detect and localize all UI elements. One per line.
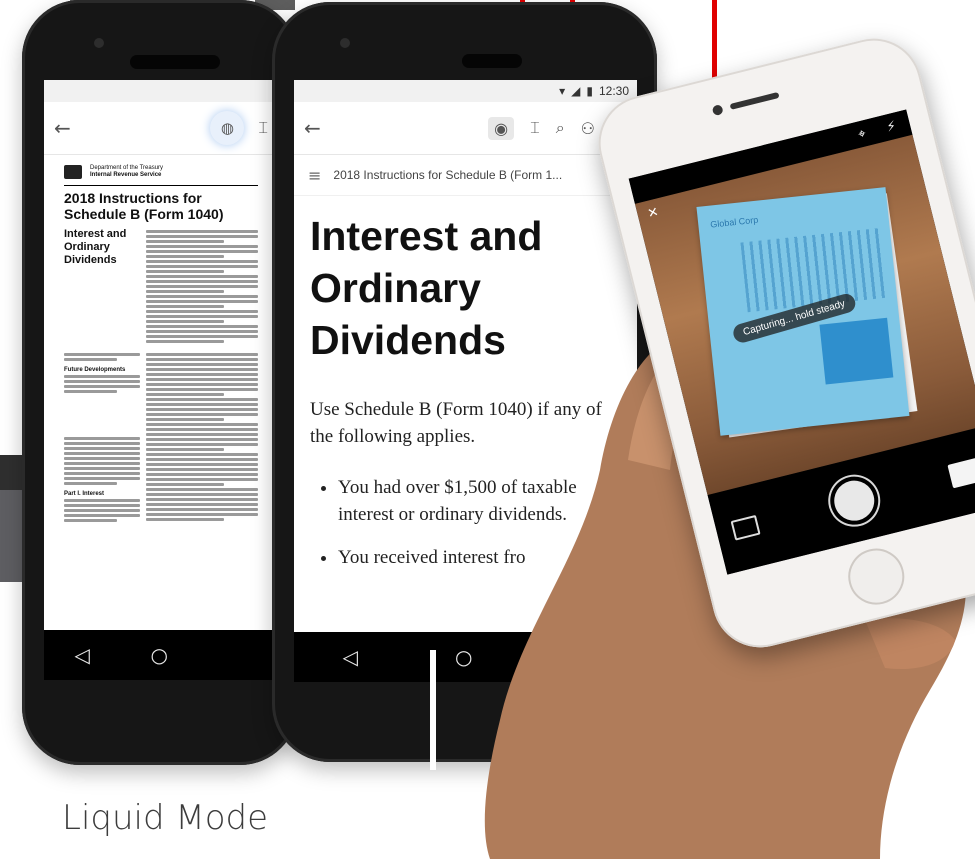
status-bar (44, 80, 278, 102)
auto-capture-icon[interactable]: ⌖ (857, 126, 868, 142)
gallery-icon[interactable] (730, 514, 761, 541)
add-person-icon[interactable]: ⚇ (581, 119, 595, 138)
document-brand: Global Corp (709, 214, 759, 230)
app-toolbar: ← ◉ ⌶ ⌕ ⚇ ⋮ (294, 102, 637, 155)
left-phone: ← ◍ ⌶ Department of the Treasury Interna… (22, 0, 298, 765)
city-illustration (740, 227, 887, 313)
status-bar: ▾ ◢ ▮ 12:30 (294, 80, 637, 102)
shutter-button[interactable] (830, 476, 879, 525)
section-heading: Future Developments (64, 367, 126, 373)
arrow-left-icon[interactable]: ← (304, 116, 321, 140)
wifi-icon: ▾ (559, 84, 566, 98)
background-fragment (0, 455, 22, 490)
arrow-left-icon[interactable]: ← (54, 116, 71, 140)
document-title: 2018 Instructions for Schedule B (Form 1… (333, 168, 563, 182)
document-panel (819, 317, 894, 385)
outline-icon[interactable]: ⌶ (530, 118, 540, 138)
close-icon[interactable]: ✕ (646, 205, 660, 222)
section-heading: Interest and Ordinary Dividends (64, 228, 127, 266)
section-heading: Part I. Interest (64, 491, 105, 497)
breadcrumb: ≡ 2018 Instructions for Schedule B (Form… (294, 155, 637, 196)
outline-icon[interactable]: ⌶ (258, 118, 268, 138)
caption: Liquid Mode (62, 798, 268, 838)
pdf-page: Department of the Treasury Internal Reve… (44, 155, 278, 534)
flash-icon[interactable]: ⚡ (885, 118, 897, 135)
app-toolbar: ← ◍ ⌶ (44, 102, 278, 155)
nav-back-icon[interactable]: ◁ (343, 645, 358, 669)
nav-back-icon[interactable]: ◁ (74, 643, 89, 667)
document-body: Interest and Ordinary Dividends (64, 228, 258, 345)
speaker (462, 54, 522, 68)
front-camera (340, 38, 350, 48)
left-screen: ← ◍ ⌶ Department of the Treasury Interna… (44, 80, 278, 630)
treasury-seal-icon (64, 165, 82, 179)
agency-header: Department of the Treasury Internal Reve… (64, 165, 258, 179)
front-camera (94, 38, 104, 48)
document-title: 2018 Instructions for Schedule B (Form 1… (64, 185, 258, 222)
scanned-pages-icon[interactable]: 4 (947, 457, 975, 489)
front-camera (711, 104, 724, 117)
background-fragment (0, 490, 22, 582)
search-icon[interactable]: ⌕ (556, 118, 565, 138)
divider-line (430, 650, 436, 770)
eye-icon[interactable]: ◉ (488, 116, 515, 140)
speaker (729, 91, 780, 110)
agency-line: Internal Revenue Service (90, 172, 162, 178)
text-column (146, 228, 258, 345)
signal-icon: ◢ (571, 84, 581, 98)
status-time: 12:30 (598, 84, 629, 98)
speaker (130, 55, 220, 69)
battery-icon: ▮ (586, 84, 593, 98)
menu-icon[interactable]: ≡ (308, 166, 321, 185)
nav-bar: ◁ ○ □ (44, 630, 278, 680)
home-button[interactable] (842, 542, 911, 611)
liquid-mode-icon[interactable]: ◍ (210, 111, 245, 145)
agency-line: Department of the Treasury (90, 165, 164, 171)
nav-home-icon[interactable]: ○ (151, 643, 168, 667)
